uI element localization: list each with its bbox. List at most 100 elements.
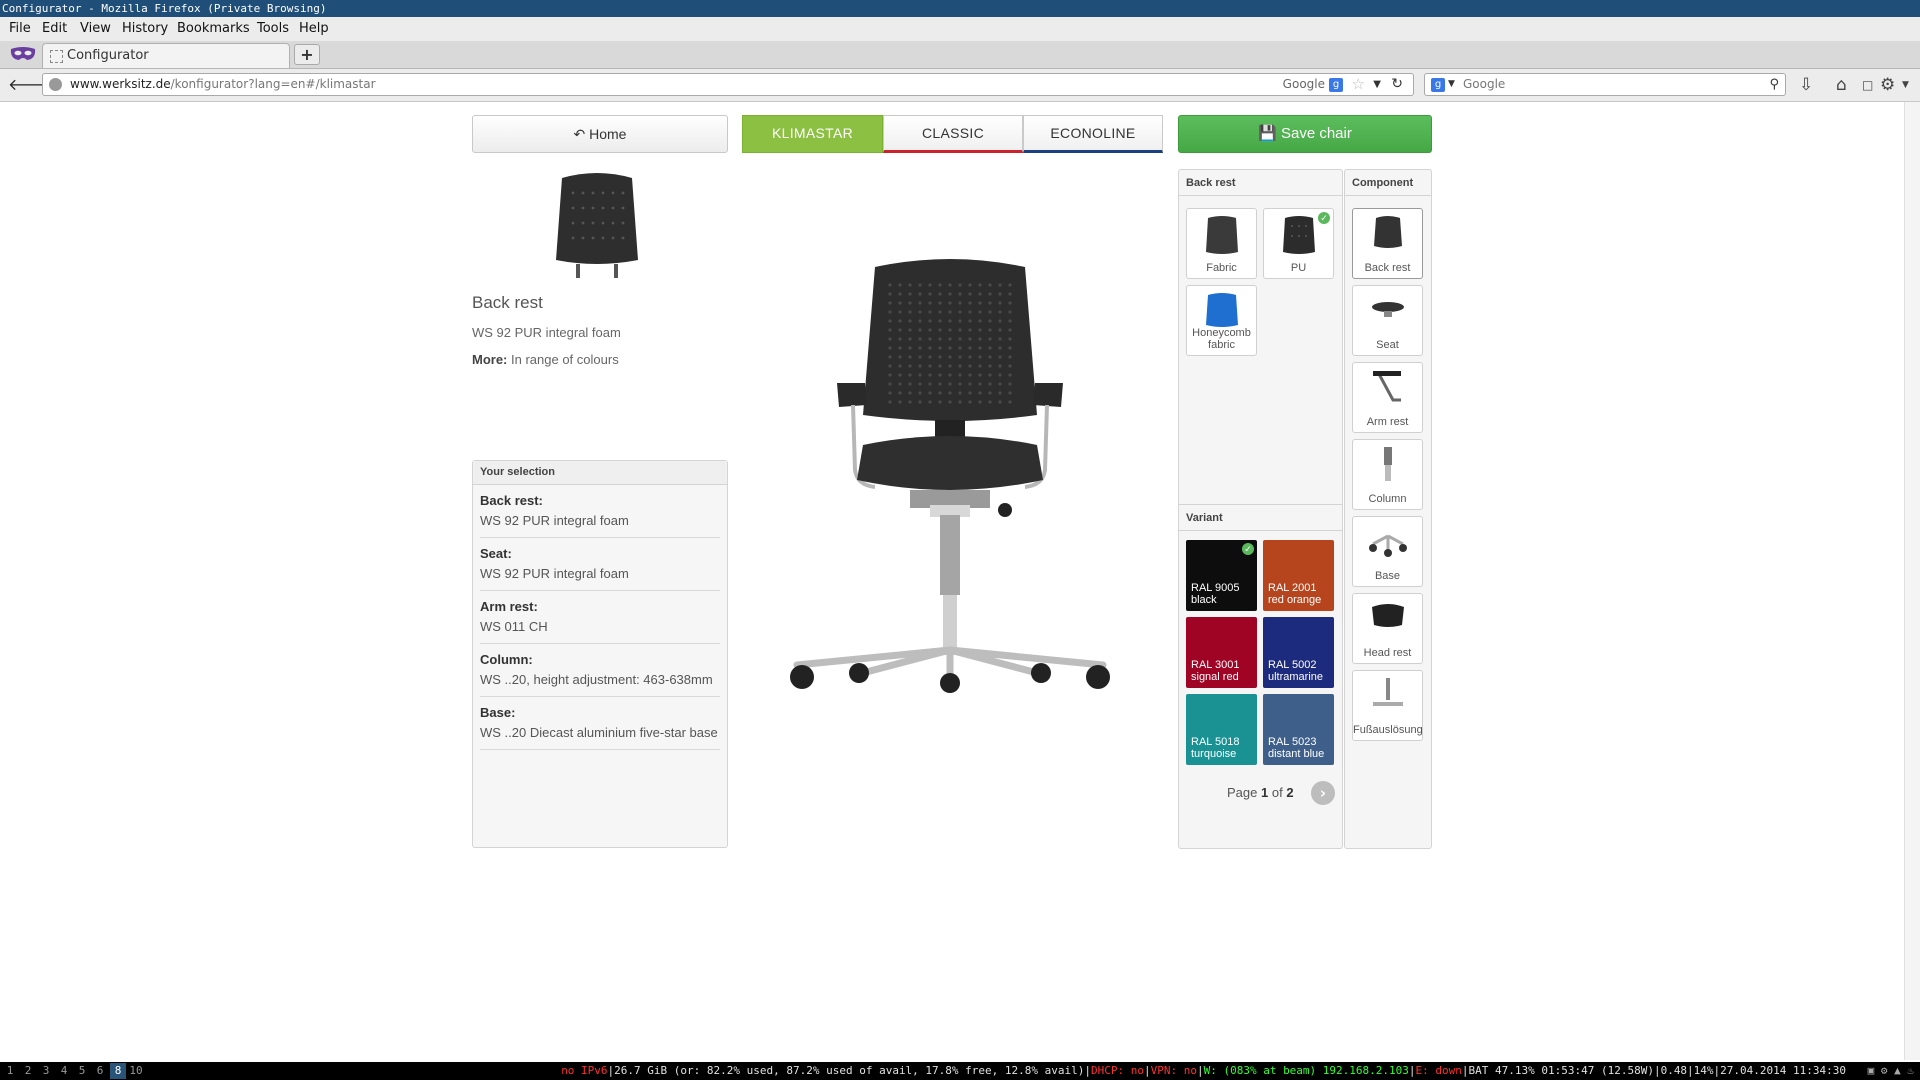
workspace-button[interactable]: 10 (128, 1063, 144, 1079)
swatch-code: RAL 5023 (1268, 736, 1317, 748)
swatch-name: red orange (1268, 594, 1322, 606)
google-icon: g (1329, 78, 1343, 92)
tray-icons: ▣ ⚙ ▲ ♨ (1867, 1064, 1914, 1077)
menu-file[interactable]: File (9, 21, 31, 36)
selection-label: Base: (480, 705, 516, 720)
variant-swatch[interactable]: RAL 5018 turquoise (1186, 694, 1257, 765)
save-chair-button[interactable]: 💾 Save chair (1178, 115, 1432, 153)
component-item[interactable]: Back rest (1352, 208, 1423, 279)
home-icon[interactable]: ⌂ (1836, 75, 1847, 95)
tab-klimastar[interactable]: KLIMASTAR (742, 115, 883, 153)
pager-prefix: Page (1227, 785, 1258, 800)
workspace-button[interactable]: 3 (38, 1063, 54, 1079)
backrest-options-panel: Back rest Fabric ✓ PU Honeycomb fabric V… (1178, 169, 1343, 849)
more-value: In range of colours (511, 352, 619, 367)
swatch-code: RAL 2001 (1268, 582, 1317, 594)
component-item[interactable]: Base (1352, 516, 1423, 587)
variant-pager: Page 1 of 2 (1227, 785, 1294, 800)
component-item[interactable]: Arm rest (1352, 362, 1423, 433)
option-label: Honeycomb fabric (1192, 327, 1251, 351)
chair-preview-image (790, 259, 1110, 693)
menu-edit[interactable]: Edit (42, 21, 67, 36)
selection-value: WS ..20 Diecast aluminium five-star base (480, 725, 718, 740)
selection-title: Your selection (473, 461, 727, 485)
workspace-button[interactable]: 1 (2, 1063, 18, 1079)
option-label: Fabric (1206, 262, 1237, 274)
reload-icon[interactable]: ↻ (1391, 74, 1403, 95)
home-button-label: Home (589, 126, 627, 142)
menu-view[interactable]: View (80, 21, 111, 36)
swatch-name: distant blue (1268, 748, 1325, 760)
variant-swatch[interactable]: RAL 3001 signal red (1186, 617, 1257, 688)
component-label: Column (1368, 493, 1407, 505)
fabric-backrest-icon (1206, 216, 1238, 254)
new-tab-button[interactable]: + (294, 44, 320, 65)
component-item[interactable]: Column (1352, 439, 1423, 510)
variant-swatch[interactable]: RAL 5002 ultramarine (1263, 617, 1334, 688)
next-page-chevron-icon[interactable]: › (1311, 781, 1335, 805)
option-label: PU (1290, 262, 1307, 274)
workspace-button[interactable]: 8 (110, 1063, 126, 1079)
browser-tab[interactable]: Configurator (42, 43, 290, 68)
variant-swatch[interactable]: RAL 2001 red orange (1263, 540, 1334, 611)
navigation-bar: 🡐 www.werksitz.de/konfigurator?lang=en#/… (0, 69, 1920, 102)
column-icon (1384, 447, 1392, 481)
foot-release-icon (1373, 678, 1403, 706)
tab-title: Configurator (67, 48, 149, 63)
backrest-icon (1374, 216, 1402, 248)
backrest-option-pu[interactable]: ✓ PU (1263, 208, 1334, 279)
component-item[interactable]: Seat (1352, 285, 1423, 356)
component-label: Fußauslösung (1353, 724, 1423, 736)
selection-value: WS 92 PUR integral foam (480, 513, 629, 528)
tab-classic[interactable]: CLASSIC (883, 115, 1023, 153)
selection-value: WS 92 PUR integral foam (480, 566, 629, 581)
url-dropdown-icon[interactable]: ▼ (1373, 74, 1381, 95)
workspace-button[interactable]: 6 (92, 1063, 108, 1079)
search-bar[interactable]: g ▼ Google ⚲ (1424, 73, 1786, 96)
download-icon[interactable]: ⇩ (1799, 75, 1813, 95)
toolbar-dropdown-icon[interactable]: ▼ (1902, 75, 1909, 95)
backrest-option-honeycomb[interactable]: Honeycomb fabric (1186, 285, 1257, 356)
status-segment: VPN: no (1150, 1064, 1197, 1077)
backrest-option-fabric[interactable]: Fabric (1186, 208, 1257, 279)
component-label: Arm rest (1366, 416, 1409, 428)
addon-icon[interactable]: ⚙ (1880, 75, 1895, 95)
tab-econoline[interactable]: ECONOLINE (1023, 115, 1163, 153)
url-bar[interactable]: www.werksitz.de/konfigurator?lang=en#/kl… (42, 73, 1414, 96)
component-more: More: In range of colours (472, 352, 619, 367)
selection-value: WS 011 CH (480, 619, 548, 634)
headrest-icon (1372, 604, 1404, 627)
component-item[interactable]: Fußauslösung (1352, 670, 1423, 741)
home-button[interactable]: ↶ Home (472, 115, 728, 153)
url-search-engine-label: Google (1282, 77, 1325, 91)
window-title: Configurator - Mozilla Firefox (Private … (0, 0, 1920, 17)
variant-swatch[interactable]: RAL 5023 distant blue (1263, 694, 1334, 765)
bookmark-star-icon[interactable]: ☆ (1352, 74, 1365, 95)
google-icon: g (1431, 78, 1445, 92)
variant-swatch[interactable]: RAL 9005 black ✓ (1186, 540, 1257, 611)
selection-panel: Your selection Back rest: WS 92 PUR integ… (472, 460, 728, 848)
swatch-name: signal red (1191, 671, 1239, 683)
base-icon (1369, 534, 1407, 557)
pager-of: of (1271, 785, 1283, 800)
workspace-button[interactable]: 4 (56, 1063, 72, 1079)
menu-help[interactable]: Help (299, 21, 329, 36)
search-engine-dropdown-icon[interactable]: ▼ (1448, 74, 1455, 95)
url-path: /konfigurator?lang=en#/klimastar (170, 77, 376, 91)
selection-row: Base: WS ..20 Diecast aluminium five-star… (480, 697, 720, 750)
workspace-button[interactable]: 5 (74, 1063, 90, 1079)
workspace-button[interactable]: 2 (20, 1063, 36, 1079)
addon-counter-icon[interactable]: □ (1862, 75, 1873, 95)
back-arrow-icon[interactable]: 🡐 (8, 75, 51, 95)
menu-bar: File Edit View History Bookmarks Tools H… (0, 17, 1920, 41)
component-item[interactable]: Head rest (1352, 593, 1423, 664)
component-title: Back rest (472, 293, 543, 312)
search-input[interactable]: Google (1463, 74, 1505, 95)
menu-bookmarks[interactable]: Bookmarks (177, 21, 250, 36)
page-scrollbar[interactable] (1904, 102, 1920, 1060)
menu-history[interactable]: History (122, 21, 168, 36)
page-favicon-icon (50, 50, 63, 63)
private-browsing-mask-icon (10, 47, 36, 60)
menu-tools[interactable]: Tools (257, 21, 289, 36)
search-icon[interactable]: ⚲ (1769, 74, 1779, 95)
